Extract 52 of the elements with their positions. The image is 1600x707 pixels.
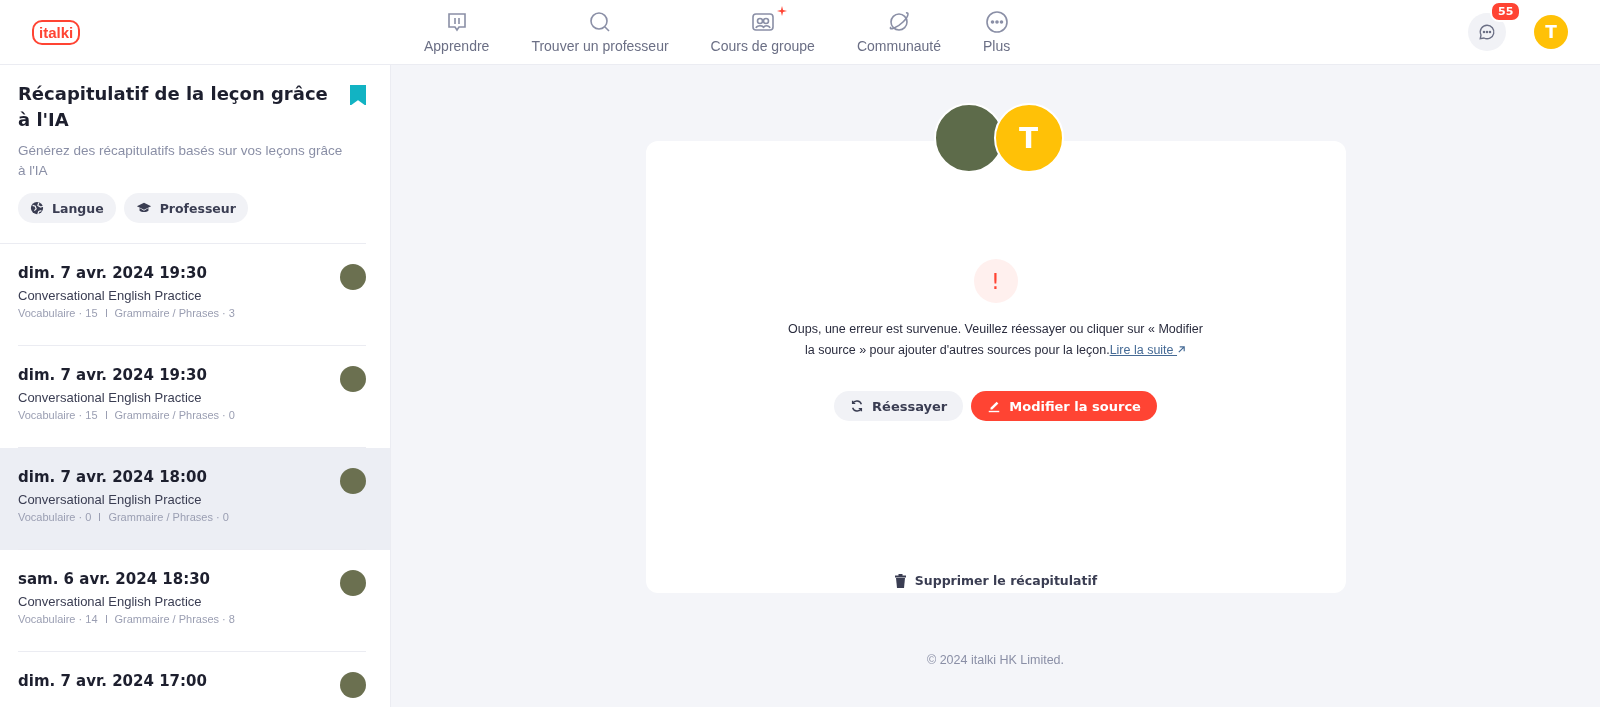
vocabulary-count: Vocabulaire · 15 — [18, 307, 98, 319]
sidebar-subtitle: Générez des récapitulatifs basés sur vos leçons grâce à l'IA — [18, 142, 344, 180]
lesson-title: Conversational English Practice — [18, 390, 203, 405]
teacher-photo-placeholder — [340, 366, 366, 392]
copyright-text: © 2024 italki HK Limited. — [926, 653, 1065, 667]
filter-chip[interactable]: Professeur — [123, 193, 248, 223]
filter-chip[interactable]: Langue — [18, 193, 116, 223]
messages-button[interactable] — [1468, 13, 1506, 51]
teacher-photo-placeholder — [340, 570, 366, 596]
search-icon — [588, 10, 612, 34]
graduation-cap-icon — [135, 201, 152, 215]
nav-item[interactable]: Cours de groupe — [696, 10, 829, 54]
grammar-count: Grammaire / Phrases · 3 — [114, 307, 235, 319]
grammar-count: Grammaire / Phrases · 0 — [114, 409, 235, 421]
lesson-title: Conversational English Practice — [18, 594, 203, 609]
teacher-photo-placeholder — [340, 264, 366, 290]
vocabulary-count: Vocabulaire · 15 — [18, 409, 98, 421]
read-more-link[interactable]: Lire la suite — [1109, 343, 1187, 357]
trash-icon — [893, 573, 907, 588]
people-card-icon — [750, 10, 775, 34]
lesson-title: Conversational English Practice — [18, 288, 203, 303]
chat-bubble-icon — [1478, 23, 1496, 41]
sparkle-icon — [776, 6, 787, 16]
error-indicator: ! — [973, 259, 1018, 303]
sidebar-title: Récapitulatif de la leçon grâce à l'IA — [18, 82, 328, 132]
teacher-photo-placeholder — [340, 468, 366, 494]
pencil-icon — [987, 399, 1002, 413]
refresh-icon — [850, 399, 865, 413]
unread-count-badge: 55 — [1490, 1, 1522, 22]
grammar-count: Grammaire / Phrases · 8 — [114, 613, 235, 625]
nav-item[interactable]: Apprendre — [410, 10, 504, 54]
lesson-date: dim. 7 avr. 2024 19:30 — [18, 366, 208, 384]
teacher-photo-placeholder — [340, 672, 366, 698]
lesson-title: Conversational English Practice — [18, 492, 203, 507]
lesson-date: dim. 7 avr. 2024 18:00 — [18, 468, 208, 486]
bookmark-icon[interactable] — [350, 85, 366, 105]
vocabulary-count: Vocabulaire · 14 — [18, 613, 98, 625]
grammar-count: Grammaire / Phrases · 0 — [108, 511, 229, 523]
nav-item[interactable]: Plus — [968, 10, 1025, 54]
delete-summary-button[interactable]: Supprimer le récapitulatif — [887, 572, 1104, 589]
more-icon — [984, 10, 1009, 34]
lesson-date: sam. 6 avr. 2024 18:30 — [18, 570, 212, 588]
globe-icon — [30, 201, 44, 215]
lesson-date: dim. 7 avr. 2024 17:00 — [18, 672, 207, 690]
nav-item[interactable]: Trouver un professeur — [517, 10, 683, 54]
vocabulary-count: Vocabulaire · 0 — [18, 511, 92, 523]
lesson-item[interactable]: dim. 7 avr. 2024 18:00 Conversational English Practice Vocabulaire · 0 Grammaire / Phrases · 0 — [0, 448, 390, 550]
external-link-icon — [1177, 345, 1187, 354]
lesson-date: dim. 7 avr. 2024 19:30 — [18, 264, 208, 282]
nav-item[interactable]: Communauté — [842, 10, 955, 54]
error-message: Oups, une erreur est survenue. Veuillez réessayer ou cliquer sur « Modifier la source » pour ajouter d'autres sources pour la leçon.Lire la suite — [787, 321, 1204, 359]
retry-button[interactable]: Réessayer — [834, 391, 964, 421]
